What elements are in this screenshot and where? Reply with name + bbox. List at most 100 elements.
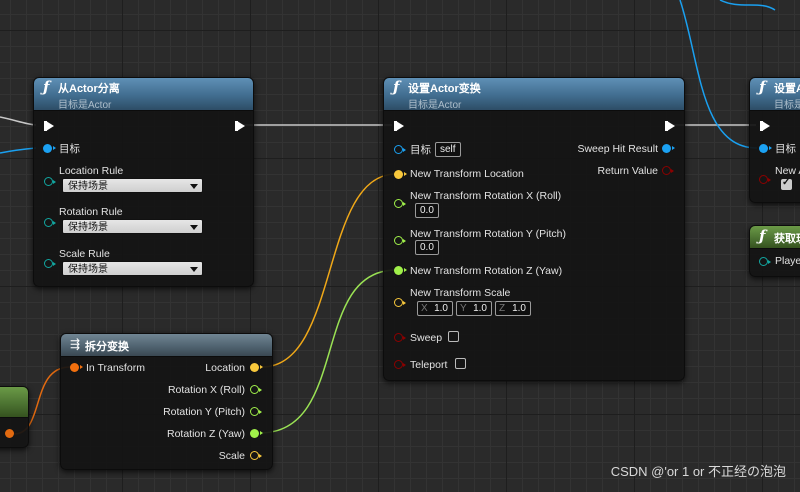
object-wire-top[interactable] bbox=[679, 0, 758, 149]
scale-x-input[interactable]: X 1.0 bbox=[417, 301, 453, 316]
set-transform-target-label: 目标 bbox=[410, 144, 431, 156]
exec-wire-in[interactable] bbox=[0, 116, 37, 126]
set-transform-exec-out-pin[interactable] bbox=[665, 121, 675, 131]
return-value-pin[interactable] bbox=[662, 166, 674, 175]
scale-rule-value: 保持场景 bbox=[68, 264, 108, 275]
target-self-value: self bbox=[435, 142, 461, 157]
teleport-label: Teleport bbox=[410, 359, 448, 371]
rot-y-pin[interactable] bbox=[394, 236, 406, 245]
partial-set-checkbox[interactable] bbox=[781, 177, 792, 190]
partial-set-target-pin[interactable] bbox=[759, 144, 772, 153]
teleport-checkbox[interactable] bbox=[455, 358, 466, 369]
detach-scale-rule-pin[interactable] bbox=[44, 259, 56, 268]
partial-set-exec-in-pin[interactable] bbox=[760, 121, 770, 131]
partial-get-node[interactable]: ƒ 获取玩 Playe bbox=[749, 225, 800, 277]
detach-from-actor-node[interactable]: ƒ 从Actor分离 目标是Actor 目标 Location Rule 保持场… bbox=[33, 77, 254, 287]
detach-exec-in-pin[interactable] bbox=[44, 121, 54, 131]
scale-y-input[interactable]: Y 1.0 bbox=[456, 301, 492, 316]
break-node-header[interactable]: ⇶ 拆分变换 bbox=[61, 334, 272, 357]
set-transform-target-pin[interactable] bbox=[394, 145, 406, 154]
detach-location-rule-pin[interactable] bbox=[44, 177, 56, 186]
sweep-hit-result-pin[interactable] bbox=[662, 144, 675, 153]
partial-get-player-label: Playe bbox=[775, 255, 800, 267]
break-scale-pin[interactable] bbox=[250, 451, 262, 460]
function-icon: ƒ bbox=[393, 78, 400, 96]
partial-left-node[interactable] bbox=[0, 386, 29, 448]
scale-label: New Transform Scale bbox=[410, 287, 511, 299]
break-rot-x-pin[interactable] bbox=[250, 385, 262, 394]
detach-target-label: 目标 bbox=[59, 143, 80, 155]
break-rot-x-label: Rotation X (Roll) bbox=[167, 384, 245, 396]
break-rot-z-pin[interactable] bbox=[250, 429, 263, 438]
partial-set-node-header[interactable]: ƒ 设置A 目标是 bbox=[750, 78, 800, 111]
location-rule-value: 保持场景 bbox=[68, 181, 108, 192]
rot-x-label: New Transform Rotation X (Roll) bbox=[410, 190, 562, 202]
scale-rule-dropdown[interactable]: 保持场景 bbox=[62, 261, 203, 276]
detach-node-subtitle: 目标是Actor bbox=[58, 100, 112, 111]
set-transform-exec-in-pin[interactable] bbox=[394, 121, 404, 131]
break-scale-label: Scale bbox=[218, 450, 245, 462]
break-location-pin[interactable] bbox=[250, 363, 263, 372]
detach-node-header[interactable]: ƒ 从Actor分离 目标是Actor bbox=[34, 78, 253, 111]
return-value-label: Return Value bbox=[597, 165, 658, 177]
break-struct-icon: ⇶ bbox=[70, 337, 81, 351]
partial-set-new-label: New A bbox=[775, 165, 800, 177]
location-rule-dropdown[interactable]: 保持场景 bbox=[62, 178, 203, 193]
scale-pin[interactable] bbox=[394, 298, 406, 307]
set-actor-transform-node[interactable]: ƒ 设置Actor变换 目标是Actor 目标 self Sweep Hit R… bbox=[383, 77, 685, 381]
scale-z-value: 1.0 bbox=[512, 303, 526, 314]
break-rot-y-label: Rotation Y (Pitch) bbox=[163, 406, 245, 418]
rot-y-label: New Transform Rotation Y (Pitch) bbox=[410, 228, 567, 240]
partial-set-new-pin[interactable] bbox=[759, 175, 771, 184]
partial-set-target-label: 目标 bbox=[775, 143, 796, 155]
partial-get-player-pin[interactable] bbox=[759, 257, 771, 266]
detach-rotation-rule-pin[interactable] bbox=[44, 218, 56, 227]
object-wire-top2[interactable] bbox=[719, 0, 776, 11]
sweep-checkbox[interactable] bbox=[448, 331, 459, 342]
detach-rotation-rule-label: Rotation Rule bbox=[59, 206, 123, 218]
rot-x-pin[interactable] bbox=[394, 199, 406, 208]
chevron-down-icon bbox=[190, 184, 198, 189]
set-transform-node-header[interactable]: ƒ 设置Actor变换 目标是Actor bbox=[384, 78, 684, 111]
set-transform-node-title: 设置Actor变换 bbox=[408, 83, 481, 95]
teleport-pin[interactable] bbox=[394, 360, 406, 369]
break-location-label: Location bbox=[205, 362, 245, 374]
in-transform-label: In Transform bbox=[86, 362, 145, 374]
new-location-pin[interactable] bbox=[394, 170, 407, 179]
new-location-label: New Transform Location bbox=[410, 168, 524, 180]
break-rot-z-label: Rotation Z (Yaw) bbox=[167, 428, 245, 440]
rot-x-input[interactable]: 0.0 bbox=[415, 203, 439, 218]
transform-location-wire[interactable] bbox=[261, 173, 397, 368]
break-rot-y-pin[interactable] bbox=[250, 407, 262, 416]
detach-location-rule-label: Location Rule bbox=[59, 165, 124, 177]
rotation-rule-value: 保持场景 bbox=[68, 222, 108, 233]
scale-x-value: 1.0 bbox=[434, 303, 448, 314]
partial-set-node-subtitle: 目标是 bbox=[774, 100, 800, 111]
rot-z-label: New Transform Rotation Z (Yaw) bbox=[410, 265, 563, 277]
chevron-down-icon bbox=[190, 225, 198, 230]
partial-left-output-pin[interactable] bbox=[5, 429, 14, 438]
chevron-down-icon bbox=[190, 267, 198, 272]
break-transform-node[interactable]: ⇶ 拆分变换 In Transform Location Rotation X … bbox=[60, 333, 273, 470]
scale-y-axis-label: Y bbox=[460, 303, 467, 314]
sweep-hit-result-label: Sweep Hit Result bbox=[577, 143, 658, 155]
detach-scale-rule-label: Scale Rule bbox=[59, 248, 110, 260]
partial-get-node-header[interactable]: ƒ 获取玩 bbox=[750, 226, 800, 249]
sweep-pin[interactable] bbox=[394, 333, 406, 342]
sweep-label: Sweep bbox=[410, 332, 443, 344]
scale-y-value: 1.0 bbox=[473, 303, 487, 314]
detach-node-title: 从Actor分离 bbox=[58, 83, 120, 95]
rot-y-input[interactable]: 0.0 bbox=[415, 240, 439, 255]
partial-get-node-title: 获取玩 bbox=[774, 233, 800, 245]
function-icon: ƒ bbox=[759, 78, 766, 96]
in-transform-pin[interactable] bbox=[70, 363, 83, 372]
scale-z-input[interactable]: Z 1.0 bbox=[495, 301, 531, 316]
float-yaw-wire[interactable] bbox=[259, 269, 397, 434]
watermark: CSDN @'or 1 or 不正经の泡泡 bbox=[610, 464, 786, 479]
detach-exec-out-pin[interactable] bbox=[235, 121, 245, 131]
rotation-rule-dropdown[interactable]: 保持场景 bbox=[62, 219, 203, 234]
object-wire-in[interactable] bbox=[0, 147, 37, 154]
rot-z-pin[interactable] bbox=[394, 266, 407, 275]
partial-set-node[interactable]: ƒ 设置A 目标是 目标 New A bbox=[749, 77, 800, 203]
detach-target-pin[interactable] bbox=[43, 144, 56, 153]
